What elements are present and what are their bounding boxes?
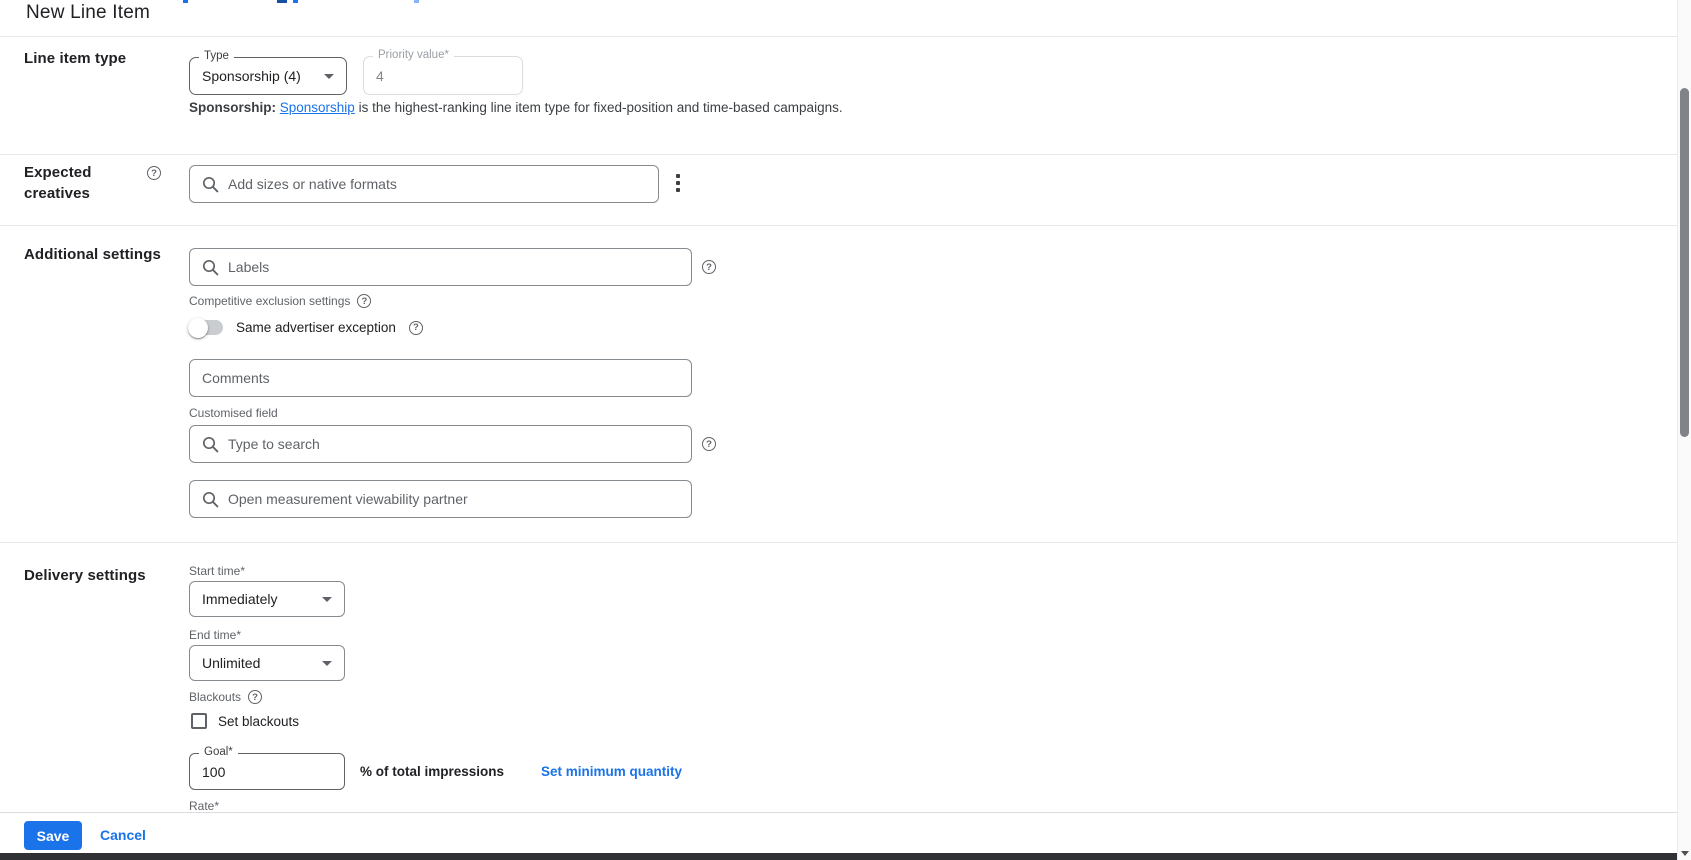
viewability-partner-input[interactable] (228, 491, 679, 507)
help-icon[interactable]: ? (702, 260, 716, 274)
bottom-edge-bar (0, 853, 1677, 860)
divider (0, 542, 1677, 543)
breadcrumb-fragment (277, 0, 287, 3)
goal-label: Goal* (199, 746, 238, 758)
search-icon (202, 176, 219, 193)
chevron-down-icon (322, 597, 332, 602)
customised-field-label: Customised field (189, 406, 278, 420)
help-icon[interactable]: ? (248, 690, 262, 704)
help-icon[interactable]: ? (357, 294, 371, 308)
scrollbar-thumb[interactable] (1680, 88, 1689, 437)
chevron-down-icon (322, 661, 332, 666)
start-time-select[interactable]: Immediately (189, 581, 345, 617)
priority-value-label: Priority value* (373, 49, 454, 61)
blackouts-label: Blackouts (189, 690, 241, 704)
set-minimum-quantity-link[interactable]: Set minimum quantity (541, 764, 682, 779)
same-advertiser-label: Same advertiser exception (236, 320, 396, 335)
divider (0, 36, 1677, 37)
type-select-label: Type (199, 50, 234, 62)
divider (0, 154, 1677, 155)
section-heading-line-item-type: Line item type (24, 48, 126, 69)
divider (0, 225, 1677, 226)
end-time-label: End time* (189, 628, 241, 642)
labels-search[interactable] (189, 248, 692, 286)
sponsorship-link[interactable]: Sponsorship (280, 100, 355, 115)
breadcrumb-fragment (183, 0, 188, 3)
end-time-value: Unlimited (202, 655, 313, 671)
search-icon (202, 436, 219, 453)
help-icon[interactable]: ? (409, 321, 423, 335)
chevron-down-icon (324, 74, 334, 79)
same-advertiser-row: Same advertiser exception ? (189, 320, 423, 335)
toggle-thumb (188, 318, 208, 338)
more-options-kebab-icon[interactable] (672, 170, 684, 196)
footer-action-bar: Save Cancel (0, 812, 1677, 853)
viewability-partner-search[interactable] (189, 480, 692, 518)
set-blackouts-label: Set blackouts (218, 714, 299, 729)
type-select-value: Sponsorship (4) (202, 68, 324, 84)
section-heading-delivery-settings: Delivery settings (24, 565, 146, 586)
page-title: New Line Item (26, 2, 150, 24)
priority-value-input (376, 68, 510, 84)
set-blackouts-checkbox[interactable] (191, 713, 207, 729)
goal-suffix-label: % of total impressions (360, 764, 504, 779)
help-icon[interactable]: ? (702, 437, 716, 451)
comments-field[interactable] (189, 359, 692, 397)
goal-input[interactable] (202, 764, 332, 780)
search-icon (202, 259, 219, 276)
labels-input[interactable] (228, 259, 679, 275)
expected-creatives-search[interactable] (189, 165, 659, 203)
vertical-scrollbar[interactable] (1677, 0, 1691, 860)
expected-creatives-input[interactable] (228, 176, 646, 192)
rate-label: Rate* (189, 799, 219, 813)
start-time-value: Immediately (202, 591, 313, 607)
end-time-select[interactable]: Unlimited (189, 645, 345, 681)
breadcrumb-fragment (293, 0, 298, 3)
comments-input[interactable] (202, 370, 679, 386)
section-heading-expected-creatives: Expected creatives (24, 162, 129, 204)
blackouts-row: Blackouts ? (189, 690, 262, 704)
priority-value-field: Priority value* (363, 56, 523, 95)
customised-field-input[interactable] (228, 436, 679, 452)
type-description-bold: Sponsorship: (189, 100, 276, 115)
type-description: Sponsorship: Sponsorship is the highest-… (189, 100, 843, 115)
cancel-button[interactable]: Cancel (100, 827, 146, 843)
start-time-label: Start time* (189, 564, 245, 578)
scrollbar-down-arrow-icon[interactable] (1681, 851, 1689, 856)
search-icon (202, 491, 219, 508)
breadcrumb-fragment (414, 0, 419, 3)
set-blackouts-row: Set blackouts (191, 713, 299, 729)
section-heading-additional-settings: Additional settings (24, 244, 161, 265)
type-description-rest: is the highest-ranking line item type fo… (355, 100, 843, 115)
type-select[interactable]: Type Sponsorship (4) (189, 57, 347, 95)
save-button[interactable]: Save (24, 821, 82, 850)
competitive-exclusion-label: Competitive exclusion settings (189, 294, 350, 308)
goal-field[interactable]: Goal* (189, 753, 345, 790)
customised-field-search[interactable] (189, 425, 692, 463)
help-icon[interactable]: ? (147, 166, 161, 180)
same-advertiser-toggle[interactable] (189, 320, 223, 335)
competitive-exclusion-row: Competitive exclusion settings ? (189, 294, 371, 308)
new-line-item-page: New Line Item Line item type Type Sponso… (0, 0, 1691, 860)
